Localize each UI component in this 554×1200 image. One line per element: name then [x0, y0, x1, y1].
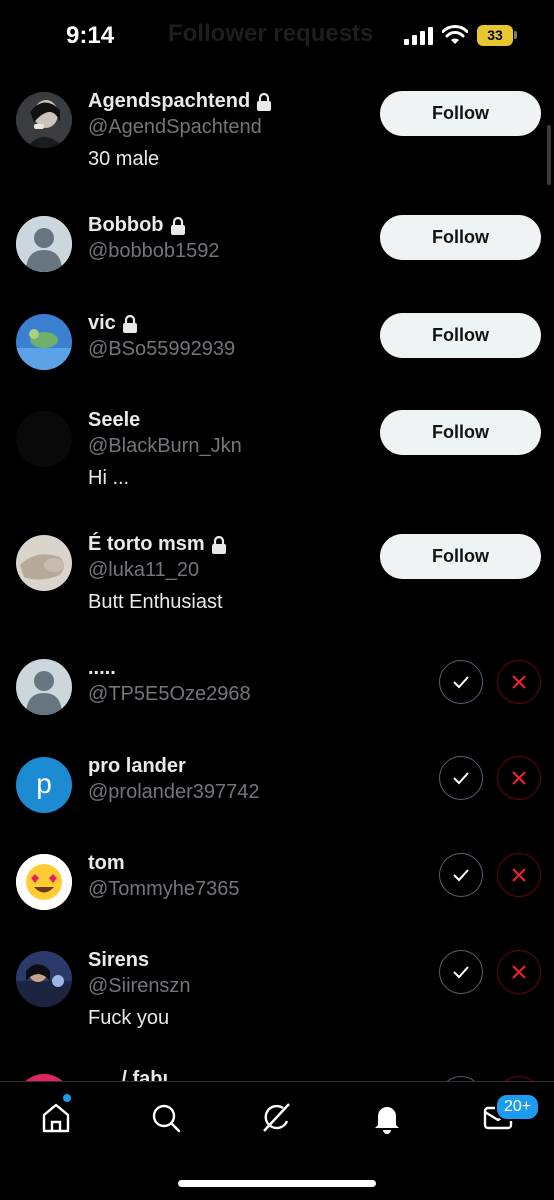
user-handle: @bobbob1592 [88, 240, 220, 262]
search-icon[interactable] [148, 1100, 184, 1136]
close-icon [512, 675, 526, 689]
cellular-signal-icon [404, 27, 433, 45]
display-name: Sirens [88, 949, 150, 971]
display-name: É torto msm [88, 533, 227, 556]
decline-button[interactable] [497, 660, 541, 704]
display-name: ..... [88, 657, 116, 679]
follow-button[interactable]: Follow [380, 534, 541, 579]
home-icon[interactable] [38, 1100, 74, 1136]
checkmark-icon [453, 676, 469, 689]
user-bio: Butt Enthusiast [88, 591, 223, 613]
avatar[interactable] [16, 1074, 72, 1081]
wifi-icon [442, 25, 468, 44]
grok-icon[interactable] [258, 1100, 294, 1136]
checkmark-icon [453, 869, 469, 882]
user-handle: @BlackBurn_Jkn [88, 435, 242, 457]
follow-button[interactable]: Follow [380, 313, 541, 358]
avatar[interactable] [16, 216, 72, 272]
messages-badge: 20+ [495, 1093, 541, 1121]
avatar[interactable] [16, 659, 72, 715]
display-name: pro lander [88, 755, 186, 777]
user-handle: @TP5E5Oze2968 [88, 683, 251, 705]
scrollbar[interactable] [547, 125, 551, 185]
user-handle: @luka11_20 [88, 559, 200, 581]
lock-icon [211, 535, 226, 554]
status-time: 9:14 [66, 22, 115, 49]
new-posts-dot [63, 1094, 71, 1102]
follow-button[interactable]: Follow [380, 410, 541, 455]
user-handle: @AgendSpachtend [88, 116, 262, 138]
user-handle: @Tommyhe7365 [88, 878, 240, 900]
close-icon [512, 771, 526, 785]
user-handle: @Siirenszn [88, 975, 191, 997]
accept-button[interactable] [439, 853, 483, 897]
decline-button[interactable] [497, 756, 541, 800]
avatar-letter: p [36, 768, 52, 799]
notifications-icon[interactable] [369, 1100, 405, 1136]
follow-button[interactable]: Follow [380, 215, 541, 260]
display-name: Bobbob [88, 214, 186, 237]
display-name: Seele [88, 409, 141, 431]
display-name: ..... / fabı [88, 1070, 169, 1081]
decline-button[interactable] [497, 853, 541, 897]
lock-icon [122, 314, 137, 333]
avatar[interactable]: p [16, 757, 72, 813]
list-item[interactable]: ..... / fabı [0, 1070, 554, 1081]
checkmark-icon [453, 966, 469, 979]
close-icon [512, 868, 526, 882]
battery-icon: 33 [477, 25, 513, 46]
close-icon [512, 965, 526, 979]
user-handle: @BSo55992939 [88, 338, 236, 360]
avatar[interactable] [16, 535, 72, 591]
user-bio: 30 male [88, 148, 160, 170]
avatar[interactable] [16, 854, 72, 910]
page-title: Follower requests [168, 20, 374, 47]
accept-button[interactable] [439, 950, 483, 994]
decline-button[interactable] [497, 950, 541, 994]
accept-button[interactable] [439, 756, 483, 800]
avatar[interactable] [16, 951, 72, 1007]
display-name: Agendspachtend [88, 90, 272, 113]
lock-icon [257, 92, 272, 111]
user-bio: Hi ... [88, 467, 130, 489]
lock-icon [170, 216, 185, 235]
display-name: tom [88, 852, 125, 874]
follow-button[interactable]: Follow [380, 91, 541, 136]
user-handle: @prolander397742 [88, 781, 260, 803]
home-indicator[interactable] [178, 1180, 376, 1187]
display-name: vic [88, 312, 138, 335]
battery-tip [514, 31, 517, 39]
status-bar: Follower requests 9:14 33 [0, 0, 554, 72]
accept-button[interactable] [439, 660, 483, 704]
avatar[interactable] [16, 411, 72, 467]
user-bio: Fuck you [88, 1007, 170, 1029]
avatar[interactable] [16, 314, 72, 370]
avatar[interactable] [16, 92, 72, 148]
checkmark-icon [453, 772, 469, 785]
